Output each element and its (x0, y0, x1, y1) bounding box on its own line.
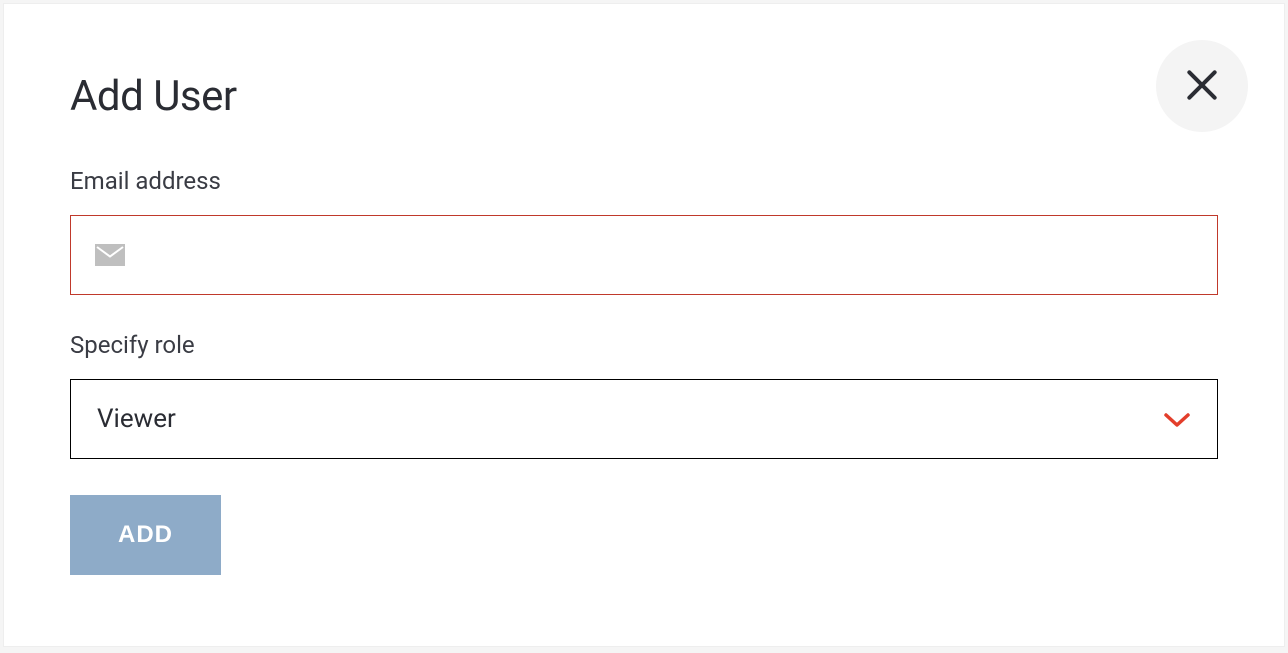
email-label: Email address (70, 167, 1218, 195)
close-button[interactable] (1156, 40, 1248, 132)
role-select[interactable]: Viewer (70, 379, 1218, 459)
role-selected-value: Viewer (97, 404, 1163, 434)
chevron-down-icon (1163, 410, 1191, 428)
close-icon (1183, 66, 1221, 107)
email-input-wrap (70, 215, 1218, 295)
envelope-icon (95, 244, 125, 266)
add-user-modal: Add User Email address Specify role (3, 3, 1285, 647)
add-button[interactable]: ADD (70, 495, 221, 575)
role-label: Specify role (70, 331, 1218, 359)
email-field-group: Email address (70, 167, 1218, 295)
email-input[interactable] (141, 216, 1193, 294)
role-field-group: Specify role Viewer (70, 331, 1218, 459)
modal-title: Add User (70, 72, 1218, 121)
